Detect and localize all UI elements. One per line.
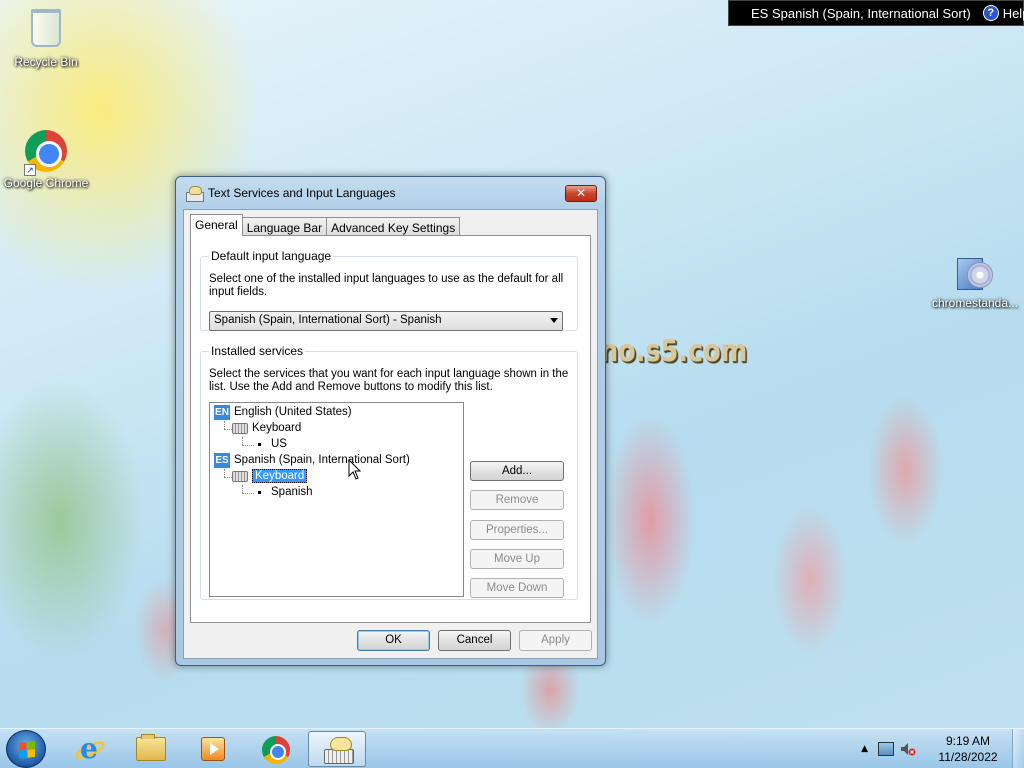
default-input-language-value: Spanish (Spain, International Sort) - Sp…	[214, 314, 442, 326]
internet-explorer-icon: e	[72, 735, 108, 763]
volume-muted-icon[interactable]	[900, 742, 916, 756]
default-input-language-group: Default input language Select one of the…	[200, 249, 578, 331]
tree-node-spanish[interactable]: ES Spanish (Spain, International Sort)	[214, 452, 410, 468]
dialog-client-area: General Language Bar Advanced Key Settin…	[183, 209, 598, 659]
tree-node-us-layout[interactable]: US	[258, 436, 287, 452]
windows-explorer-icon	[136, 734, 166, 761]
apply-button[interactable]: Apply	[519, 630, 592, 651]
text-services-icon	[186, 186, 204, 202]
windows-media-player-icon	[201, 737, 225, 761]
move-up-button[interactable]: Move Up	[470, 549, 564, 569]
tab-strip: General Language Bar Advanced Key Settin…	[190, 214, 461, 236]
cancel-button[interactable]: Cancel	[438, 630, 511, 651]
text-services-icon	[324, 737, 354, 764]
dialog-titlebar[interactable]: Text Services and Input Languages	[176, 177, 605, 209]
shortcut-arrow-icon: ↗	[24, 164, 36, 176]
taskbar-google-chrome[interactable]	[246, 731, 304, 767]
installed-services-group: Installed services Select the services t…	[200, 344, 578, 600]
installed-services-tree[interactable]: EN English (United States) Keyboard US E…	[209, 402, 464, 597]
tree-node-english-keyboard[interactable]: Keyboard	[232, 420, 301, 436]
tree-node-spanish-layout[interactable]: Spanish	[258, 484, 313, 500]
add-button[interactable]: Add...	[470, 461, 564, 481]
tab-general[interactable]: General	[190, 214, 243, 236]
spanish-keyboard-label-selected: Keyboard	[252, 469, 308, 483]
spanish-layout-label: Spanish	[271, 486, 313, 498]
help-label: Help	[1002, 5, 1024, 21]
language-indicator[interactable]: ES Spanish (Spain, International Sort)	[729, 6, 971, 21]
clock[interactable]: 9:19 AM 11/28/2022	[924, 733, 1012, 765]
taskbar-internet-explorer[interactable]: e	[60, 731, 118, 767]
help-icon: ?	[982, 5, 999, 21]
tab-advanced-key-settings[interactable]: Advanced Key Settings	[326, 217, 461, 236]
keyboard-icon	[232, 470, 248, 482]
chrome-installer-desktop-icon[interactable]: chromestanda...	[930, 248, 1020, 310]
installer-icon	[953, 250, 997, 294]
network-icon[interactable]	[878, 742, 894, 756]
recycle-bin-desktop-icon[interactable]: Recycle Bin	[1, 6, 91, 69]
system-tray: ▲ 9:19 AM 11/28/2022	[861, 729, 1024, 768]
installed-services-legend: Installed services	[211, 344, 304, 358]
watermark-text: no.s5.com	[600, 334, 748, 369]
es-language-icon: ES	[214, 452, 230, 468]
bullet-icon	[258, 490, 261, 494]
en-language-icon: EN	[214, 404, 230, 420]
tab-language-bar[interactable]: Language Bar	[241, 217, 328, 236]
taskbar-media-player[interactable]	[184, 731, 242, 767]
google-chrome-icon	[262, 736, 290, 764]
default-input-language-legend: Default input language	[211, 249, 332, 263]
tree-node-spanish-keyboard[interactable]: Keyboard	[232, 468, 308, 484]
dialog-title: Text Services and Input Languages	[208, 186, 396, 200]
recycle-bin-label: Recycle Bin	[14, 55, 78, 69]
tree-node-english[interactable]: EN English (United States)	[214, 404, 352, 420]
remove-button[interactable]: Remove	[470, 490, 564, 510]
start-button[interactable]	[6, 730, 46, 768]
bullet-icon	[258, 442, 261, 446]
spanish-language-label: Spanish (Spain, International Sort)	[234, 454, 410, 466]
chrome-installer-label: chromestanda...	[931, 296, 1019, 310]
english-language-label: English (United States)	[234, 406, 352, 418]
keyboard-icon	[232, 422, 248, 434]
language-bar[interactable]: ES Spanish (Spain, International Sort) ?…	[728, 0, 1024, 26]
dropdown-arrow-icon	[550, 318, 558, 323]
installed-services-description: Select the services that you want for ea…	[209, 368, 569, 393]
clock-date: 11/28/2022	[938, 750, 998, 764]
language-bar-help[interactable]: ? Help	[982, 5, 1024, 21]
google-chrome-label: Google Chrome	[3, 176, 89, 190]
us-layout-label: US	[271, 438, 287, 450]
default-input-language-select[interactable]: Spanish (Spain, International Sort) - Sp…	[209, 311, 563, 331]
ok-button[interactable]: OK	[357, 630, 430, 651]
default-input-language-description: Select one of the installed input langua…	[209, 273, 564, 298]
recycle-bin-icon	[24, 9, 68, 53]
close-button[interactable]: ✕	[565, 185, 597, 202]
google-chrome-desktop-icon[interactable]: ↗ Google Chrome	[1, 130, 91, 190]
properties-button[interactable]: Properties...	[470, 520, 564, 540]
taskbar: e ▲ 9:19 AM 11/28/2022	[0, 728, 1024, 768]
text-services-dialog: Text Services and Input Languages ✕ Gene…	[175, 176, 606, 666]
general-tab-panel: Default input language Select one of the…	[190, 235, 591, 623]
taskbar-windows-explorer[interactable]	[122, 731, 180, 767]
taskbar-text-services[interactable]	[308, 731, 366, 767]
show-desktop-button[interactable]	[1012, 729, 1024, 768]
show-hidden-icons-button[interactable]: ▲	[861, 744, 868, 754]
move-down-button[interactable]: Move Down	[470, 578, 564, 598]
clock-time: 9:19 AM	[945, 734, 991, 748]
google-chrome-icon: ↗	[24, 130, 68, 176]
english-keyboard-label: Keyboard	[252, 422, 302, 434]
